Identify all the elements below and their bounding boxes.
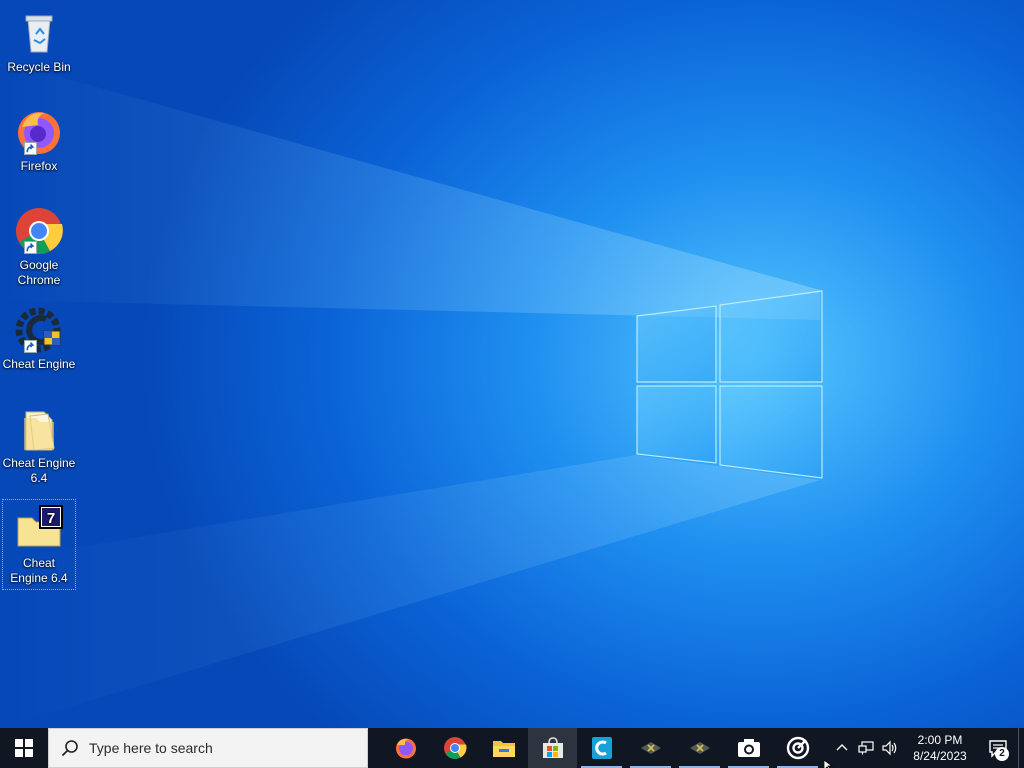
taskbar-search-box[interactable] — [48, 728, 368, 768]
desktop-icon-label: Recycle Bin — [7, 60, 71, 74]
desktop-icon-label: Cheat Engine 6.4 — [10, 556, 68, 585]
chrome-icon — [443, 737, 466, 759]
desktop-icon-label: Cheat Engine 6.4 — [2, 456, 76, 485]
notification-count-badge: 2 — [995, 747, 1009, 761]
folder-icon — [14, 404, 64, 454]
desktop-icon-recycle-bin[interactable]: Recycle Bin — [2, 4, 76, 78]
recycle-bin-icon — [14, 8, 64, 58]
chrome-icon — [14, 206, 64, 256]
firefox-icon — [14, 107, 64, 157]
windows-logo-icon — [15, 739, 33, 757]
app-x-icon — [640, 742, 661, 754]
desktop-icon-cheat-engine[interactable]: Cheat Engine — [2, 301, 76, 375]
search-input[interactable] — [89, 740, 349, 756]
taskbar-app-store[interactable] — [528, 728, 577, 768]
file-explorer-icon — [492, 741, 515, 757]
clock-time: 2:00 PM — [917, 733, 963, 747]
taskbar-app-firefox[interactable] — [381, 728, 430, 768]
media-icon — [786, 736, 809, 760]
desktop-icon-firefox[interactable]: Firefox — [2, 103, 76, 177]
mouse-cursor-icon — [824, 760, 834, 768]
taskbar-app-media[interactable] — [773, 728, 822, 768]
network-icon — [858, 741, 874, 755]
desktop-icon-label: Cheat Engine — [2, 357, 76, 371]
firefox-icon — [395, 738, 416, 759]
taskbar-clock[interactable]: 2:00 PM 8/24/2023 — [902, 728, 978, 768]
taskbar-app-unknown-1[interactable] — [626, 728, 675, 768]
show-desktop-button[interactable] — [1018, 728, 1024, 768]
taskbar: 2:00 PM 8/24/2023 2 — [0, 728, 1024, 768]
desktop-wallpaper — [0, 0, 1024, 728]
taskbar-app-camera[interactable] — [724, 728, 773, 768]
svg-text:7: 7 — [47, 510, 55, 527]
taskbar-app-cheat-engine[interactable] — [577, 728, 626, 768]
clock-date: 8/24/2023 — [913, 749, 967, 763]
desktop-icon-chrome[interactable]: Google Chrome — [2, 202, 76, 291]
shortcut-arrow-icon — [24, 241, 37, 254]
volume-tray-button[interactable] — [878, 728, 902, 768]
desktop-icon-cheat-engine-archive[interactable]: 7 Cheat Engine 6.4 — [2, 499, 76, 590]
cheat-engine-c-icon — [591, 737, 612, 759]
volume-icon — [882, 740, 897, 756]
desktop-icon-label: Google Chrome — [17, 258, 61, 287]
chevron-up-icon — [836, 744, 848, 751]
network-tray-button[interactable] — [854, 728, 878, 768]
system-tray: 2:00 PM 8/24/2023 2 — [830, 728, 1024, 768]
camera-icon — [737, 739, 760, 757]
start-button[interactable] — [0, 728, 48, 768]
cheat-engine-icon — [14, 305, 64, 355]
taskbar-app-unknown-2[interactable] — [675, 728, 724, 768]
taskbar-app-chrome[interactable] — [430, 728, 479, 768]
taskbar-apps — [381, 728, 822, 768]
app-x-icon — [689, 742, 710, 754]
shortcut-arrow-icon — [24, 142, 37, 155]
search-icon — [61, 740, 78, 757]
store-icon — [542, 737, 563, 758]
shortcut-arrow-icon — [24, 340, 37, 353]
action-center-button[interactable]: 2 — [978, 728, 1018, 768]
desktop-icon-cheat-engine-folder[interactable]: Cheat Engine 6.4 — [2, 400, 76, 489]
7zip-archive-icon: 7 — [14, 504, 64, 554]
taskbar-app-file-explorer[interactable] — [479, 728, 528, 768]
